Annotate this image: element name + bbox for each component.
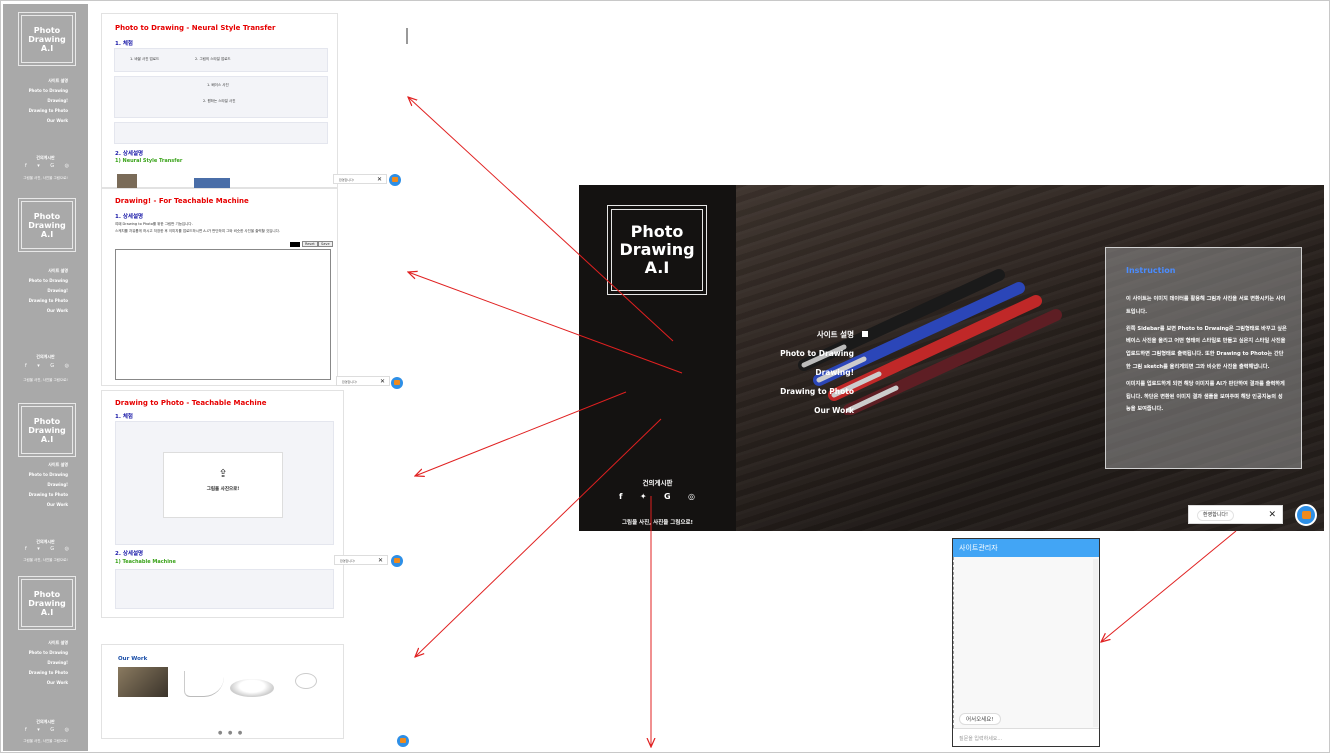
google-icon[interactable]: G [664,492,671,504]
upload-dropzone[interactable]: ⇪ 그림을 사진으로! [163,452,283,518]
chat-scrollbar[interactable] [1093,559,1098,727]
mini-page-drawing-to-photo: Drawing to Photo - Teachable Machine 1. … [101,390,344,618]
suggestion-board-link[interactable]: 건의게시판 [579,477,736,487]
nav-drawing-to-photo[interactable]: Drawing to Photo [704,382,854,401]
mini-sidebar-3: Photo Drawing A.I 사이트 설명 Photo to Drawin… [3,396,88,571]
nav-drawing[interactable]: Drawing! [704,363,854,382]
cup-photo [230,679,274,697]
instruction-title: Instruction [1126,266,1176,275]
chat-welcome-bar[interactable]: 환영합니다! ✕ [1188,505,1283,524]
nav-our-work[interactable]: Our Work [704,401,854,420]
chat-messages [953,557,1099,728]
chat-panel: 사이트관리자 어서오세요! 질문을 입력하세요... [952,538,1100,747]
cat-photo [118,667,168,697]
mini-page-photo-to-drawing: Photo to Drawing - Neural Style Transfer… [101,13,338,188]
sidebar: Photo Drawing A.I 사이트 설명 Photo to Drawin… [579,185,868,531]
mini-social: f ▾ G ◎ [25,163,69,169]
chat-panel-title: 사이트관리자 [953,539,1099,557]
nav-photo-to-drawing[interactable]: Photo to Drawing [704,344,854,363]
mini-nav: 사이트 설명 Photo to Drawing Drawing! Drawing… [28,78,68,123]
active-marker [862,331,868,337]
twitter-icon[interactable]: ✦ [640,492,647,504]
color-picker[interactable] [290,242,300,247]
mini-sidebar-1: Photo Drawing A.I 사이트 설명 Photo to Drawin… [3,1,88,191]
mini-sidebar-2: Photo Drawing A.I 사이트 설명 Photo to Drawin… [3,191,88,386]
sidebar-nav: 사이트 설명 Photo to Drawing Drawing! Drawing… [704,325,868,420]
mini-sidebar-4: Photo Drawing A.I 사이트 설명 Photo to Drawin… [3,571,88,751]
reset-button[interactable]: Reset [302,241,318,247]
arrow-to-chat-panel [1101,530,1237,642]
nav-site-description[interactable]: 사이트 설명 [704,325,868,344]
sample-image [194,178,230,188]
mini-chat-bar[interactable]: 환영합니다! ✕ [333,174,387,184]
mini-page-our-work: Our Work ● ● ● [101,644,344,739]
annotated-canvas: Photo Drawing A.I 사이트 설명 Photo to Drawin… [0,0,1330,753]
instruction-paragraph: 이 사이트는 이미지 데이터를 활용해 그림과 사진을 서로 변환시키는 사이트… [1126,296,1286,315]
chat-input[interactable]: 질문을 입력하세요... [953,728,1099,746]
drawing-canvas[interactable] [115,249,331,380]
social-links: f ✦ G ◎ [619,492,695,504]
sidebar-tagline: 그림을 사진, 사진을 그림으로! [621,520,694,526]
instruction-paragraph: 이미지를 업로드하게 되면 해당 이미지를 AI가 판단하여 결과를 출력하게 … [1126,380,1285,413]
carousel-dots[interactable]: ● ● ● [218,730,244,736]
instruction-panel: Instruction 이 사이트는 이미지 데이터를 활용해 그림과 사진을 … [1105,247,1302,469]
cat-sketch [295,673,317,689]
site-logo[interactable]: Photo Drawing A.I [607,205,707,295]
main-page-screenshot: Photo Drawing A.I 사이트 설명 Photo to Drawin… [579,185,1324,531]
swan-sketch [184,671,224,697]
mini-logo: Photo Drawing A.I [18,12,76,66]
chat-greeting-message: 어서오세요! [959,713,1001,725]
instruction-paragraph: 왼쪽 Sidebar를 보면 Photo to Drwaing은 그림형태로 바… [1126,325,1287,370]
save-button[interactable]: Save [318,241,333,247]
instagram-icon[interactable]: ◎ [688,492,695,504]
upload-icon: ⇪ [218,467,228,480]
sample-image [117,174,137,188]
mini-page-drawing: Drawing! - For Teachable Machine 1. 상세설명… [101,188,338,386]
close-icon[interactable]: ✕ [1268,506,1276,524]
facebook-icon[interactable]: f [619,492,622,504]
mini-chat-bubble[interactable] [389,174,401,186]
chat-launcher-button[interactable] [1295,504,1317,526]
